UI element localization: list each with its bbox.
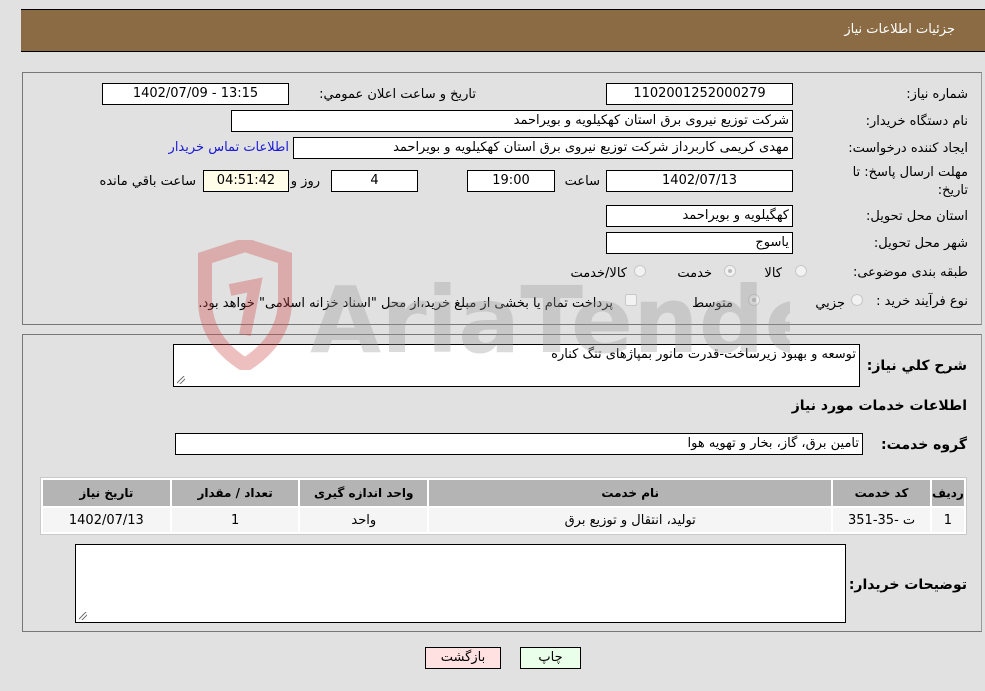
category-option-service: خدمت — [677, 266, 712, 281]
remaining-time-label: ساعت باقي مانده — [99, 174, 196, 189]
cell-quantity: 1 — [171, 508, 299, 532]
category-option-goods-service: کالا/خدمت — [570, 266, 627, 281]
table-row: 1 ت -35-351 تولید، انتقال و توزیع برق وا… — [43, 508, 964, 532]
back-button[interactable]: بازگشت — [425, 647, 501, 669]
buyer-org-field: شرکت توزیع نیروی برق استان کهکیلویه و بو… — [231, 110, 793, 132]
col-header-row-number: ردیف — [931, 480, 964, 506]
services-section-title: اطلاعات خدمات مورد نیاز — [791, 398, 967, 414]
deadline-label-line2: تاریخ: — [937, 183, 968, 198]
deadline-label-line1: مهلت ارسال پاسخ: تا — [852, 165, 968, 180]
services-table: ردیف کد خدمت نام خدمت واحد اندازه گیری ت… — [40, 477, 967, 535]
cell-service-name: تولید، انتقال و توزیع برق — [429, 508, 832, 532]
category-label: طبقه بندی موضوعی: — [852, 265, 968, 280]
city-field: یاسوج — [606, 232, 793, 254]
city-label: شهر محل تحویل: — [873, 236, 968, 251]
announce-label: تاریخ و ساعت اعلان عمومي: — [319, 87, 476, 102]
cell-row-number: 1 — [931, 508, 964, 532]
print-button[interactable]: چاپ — [520, 647, 581, 669]
buyer-notes-textarea[interactable] — [75, 544, 846, 623]
province-field: کهگیلویه و بویراحمد — [606, 205, 793, 227]
col-header-need-date: تاریخ نیاز — [43, 480, 170, 506]
category-radio-goods[interactable] — [795, 265, 807, 277]
announce-field: 1402/07/09 - 13:15 — [102, 83, 289, 105]
buyer-org-label: نام دستگاه خریدار: — [865, 114, 968, 129]
payment-note: پرداخت تمام یا بخشی از مبلغ خرید،از محل … — [198, 296, 613, 311]
process-radio-minor[interactable] — [851, 294, 863, 306]
need-number-label: شماره نیاز: — [906, 87, 968, 102]
cell-need-date: 1402/07/13 — [43, 508, 170, 532]
col-header-quantity: تعداد / مقدار — [171, 480, 299, 506]
category-option-goods: کالا — [764, 266, 782, 281]
process-option-minor: جزيي — [815, 296, 845, 311]
creator-field: مهدی کریمی کاربرداز شرکت توزیع نیروی برق… — [293, 137, 793, 159]
resize-grip-icon[interactable] — [79, 612, 87, 620]
table-header-row: ردیف کد خدمت نام خدمت واحد اندازه گیری ت… — [43, 480, 964, 506]
description-textarea[interactable]: توسعه و بهبود زیرساخت-قدرت مانور بمپاژها… — [173, 344, 860, 387]
deadline-time-field: 19:00 — [467, 170, 555, 192]
resize-grip-icon[interactable] — [177, 376, 185, 384]
deadline-time-label: ساعت — [564, 174, 600, 189]
days-label: روز و — [290, 174, 320, 189]
col-header-service-name: نام خدمت — [429, 480, 832, 506]
description-label: شرح کلي نیاز: — [866, 358, 967, 374]
creator-label: ایجاد کننده درخواست: — [848, 141, 968, 156]
process-radio-medium[interactable] — [748, 294, 760, 306]
page-header: جزئيات اطلاعات نیاز — [21, 9, 985, 52]
treasury-bonds-checkbox[interactable] — [625, 294, 637, 306]
remaining-time-field: 04:51:42 — [203, 170, 289, 192]
cell-unit: واحد — [300, 508, 428, 532]
cell-service-code: ت -35-351 — [833, 508, 930, 532]
days-remaining-field: 4 — [331, 170, 418, 192]
process-type-label: نوع فرآیند خرید : — [876, 294, 968, 309]
description-text: توسعه و بهبود زیرساخت-قدرت مانور بمپاژها… — [551, 347, 856, 362]
buyer-notes-label: توضیحات خریدار: — [848, 577, 967, 593]
category-radio-service[interactable] — [724, 265, 736, 277]
col-header-service-code: کد خدمت — [833, 480, 930, 506]
deadline-date-field: 1402/07/13 — [606, 170, 793, 192]
need-number-field: 1102001252000279 — [606, 83, 793, 105]
deadline-label: مهلت ارسال پاسخ: تا تاریخ: — [853, 164, 968, 200]
category-radio-goods-service[interactable] — [634, 265, 646, 277]
process-option-medium: متوسط — [692, 296, 733, 311]
service-group-field: تامین برق، گاز، بخار و تهویه هوا — [175, 433, 863, 455]
province-label: استان محل تحویل: — [866, 209, 968, 224]
buyer-contact-link[interactable]: اطلاعات تماس خریدار — [169, 140, 289, 155]
service-group-label: گروه خدمت: — [881, 437, 967, 453]
page-title: جزئيات اطلاعات نیاز — [844, 22, 955, 37]
col-header-unit: واحد اندازه گیری — [300, 480, 428, 506]
